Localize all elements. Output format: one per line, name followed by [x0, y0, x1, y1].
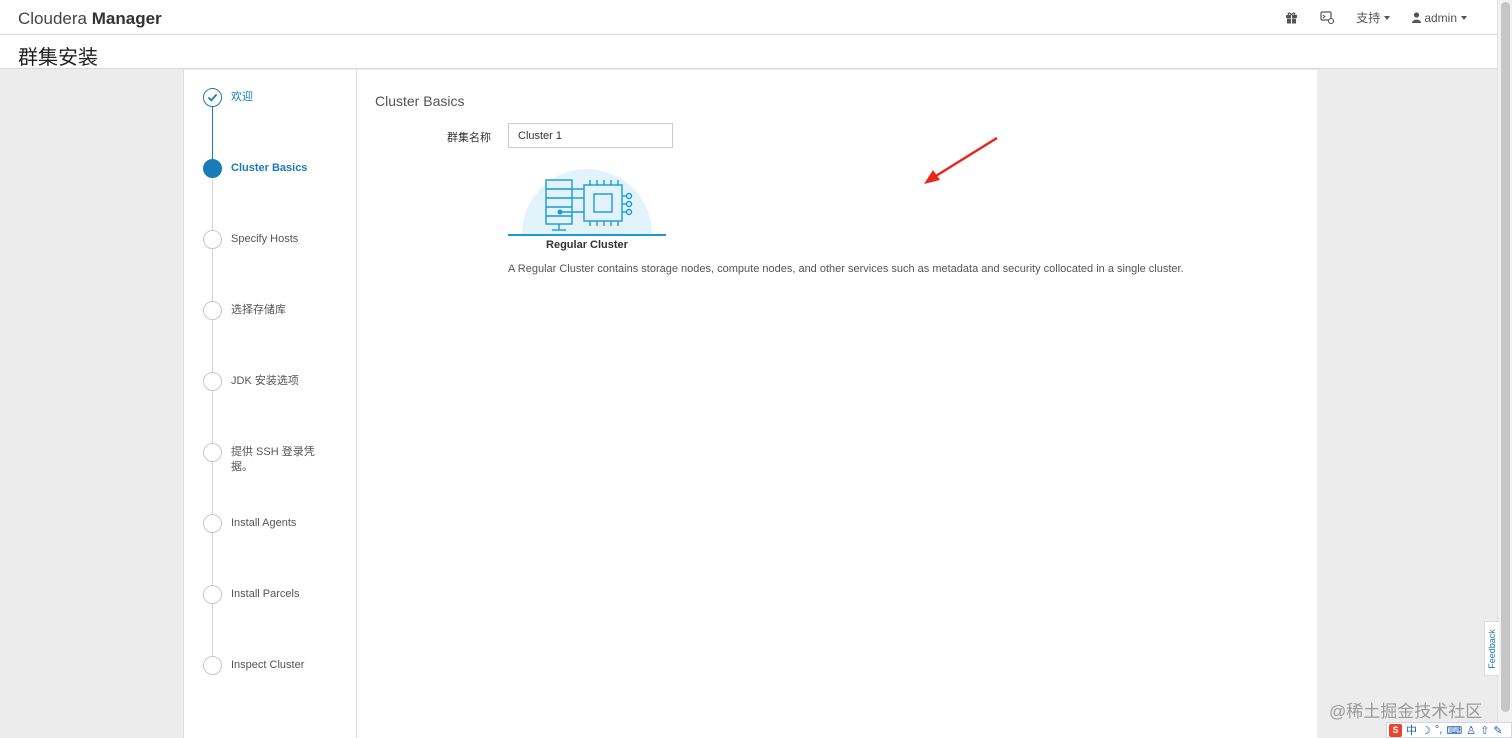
wizard-step-label: Specify Hosts	[231, 233, 299, 245]
feedback-tab[interactable]: Feedback	[1484, 621, 1499, 676]
wizard-content: Cluster Basics 群集名称 Cluster 1 Regular Cl…	[357, 70, 1317, 738]
step-status-dot	[203, 372, 222, 391]
gift-icon	[1286, 12, 1298, 24]
user-menu[interactable]: admin	[1412, 11, 1467, 25]
step-status-dot	[203, 585, 222, 604]
page-title: 群集安装	[18, 47, 98, 69]
watermark: @稀土掘金技术社区	[1329, 702, 1483, 721]
wizard-step-jdk-options[interactable]: JDK 安装选项	[203, 372, 353, 412]
shirt-icon[interactable]: ⇧	[1480, 724, 1489, 737]
wizard-step-specify-hosts[interactable]: Specify Hosts	[203, 230, 353, 270]
checkmark-icon	[207, 93, 218, 102]
moon-icon[interactable]: ☽	[1421, 724, 1431, 737]
wizard-step-label: Inspect Cluster	[231, 659, 305, 671]
wizard-step-ssh-credentials[interactable]: 提供 SSH 登录凭据。	[203, 443, 353, 483]
chevron-down-icon	[1384, 15, 1391, 20]
wizard-step-inspect-cluster[interactable]: Inspect Cluster	[203, 656, 353, 696]
step-status-dot	[203, 159, 222, 178]
wizard-step-label: 提供 SSH 登录凭据。	[231, 446, 315, 473]
brand-name-bold: Manager	[91, 9, 162, 28]
step-status-dot	[203, 443, 222, 462]
wizard-step-label: 选择存储库	[231, 304, 286, 316]
running-commands-button[interactable]	[1320, 11, 1335, 24]
wizard-step-label: Install Parcels	[231, 588, 300, 600]
ime-mode[interactable]: 中	[1406, 722, 1417, 738]
top-right-menu: 支持 admin	[1263, 0, 1467, 35]
regular-cluster-illustration-icon	[522, 169, 652, 234]
step-status-dot	[203, 514, 222, 533]
cluster-type-description: A Regular Cluster contains storage nodes…	[508, 263, 1184, 275]
regular-cluster-option[interactable]: Regular Cluster	[508, 156, 666, 254]
punctuation-icon[interactable]: °,	[1435, 724, 1442, 736]
support-menu-label: 支持	[1356, 11, 1381, 25]
step-status-dot	[203, 301, 222, 320]
brand-logo[interactable]: Cloudera Manager	[18, 9, 162, 29]
page-header: 群集安装	[0, 35, 1497, 69]
feedback-label: Feedback	[1487, 629, 1497, 669]
brand-name-light: Cloudera	[18, 9, 87, 28]
wizard-step-label: JDK 安装选项	[231, 375, 299, 387]
scrollbar-thumb[interactable]	[1501, 2, 1510, 712]
user-icon	[1412, 12, 1422, 23]
wizard-step-welcome[interactable]: 欢迎	[203, 88, 353, 128]
tools-icon[interactable]: ✎	[1493, 724, 1502, 737]
wizard-step-install-agents[interactable]: Install Agents	[203, 514, 353, 554]
step-status-dot	[203, 230, 222, 249]
cluster-type-name: Regular Cluster	[546, 239, 628, 251]
wizard-step-select-repository[interactable]: 选择存储库	[203, 301, 353, 341]
wizard-step-label: Cluster Basics	[231, 162, 308, 174]
section-title: Cluster Basics	[375, 93, 465, 109]
ime-toolbar[interactable]: S 中 ☽ °, ⌨ ♙ ⇧ ✎	[1386, 722, 1512, 738]
annotation-arrow-icon	[924, 137, 998, 184]
step-status-dot	[203, 88, 222, 107]
wizard-step-cluster-basics[interactable]: Cluster Basics	[203, 159, 353, 199]
sogou-logo-icon: S	[1389, 723, 1402, 737]
page-scrollbar[interactable]	[1497, 0, 1512, 738]
top-navbar: Cloudera Manager 支持 admin	[0, 0, 1497, 35]
cluster-name-label: 群集名称	[447, 132, 491, 144]
whats-new-button[interactable]	[1285, 11, 1298, 24]
keyboard-icon[interactable]: ⌨	[1446, 724, 1462, 737]
person-icon[interactable]: ♙	[1466, 724, 1476, 737]
support-menu[interactable]: 支持	[1356, 9, 1391, 26]
wizard-step-label: 欢迎	[231, 91, 253, 103]
chevron-down-icon	[1461, 15, 1467, 20]
cluster-name-input[interactable]	[508, 123, 673, 148]
wizard-steps: 欢迎 Cluster Basics Specify Hosts 选择存储库 JD…	[183, 70, 357, 738]
cluster-option-underline	[508, 234, 666, 236]
commands-icon	[1320, 11, 1335, 24]
wizard-step-label: Install Agents	[231, 517, 297, 529]
wizard-step-install-parcels[interactable]: Install Parcels	[203, 585, 353, 625]
user-menu-label: admin	[1424, 10, 1457, 25]
step-status-dot	[203, 656, 222, 675]
